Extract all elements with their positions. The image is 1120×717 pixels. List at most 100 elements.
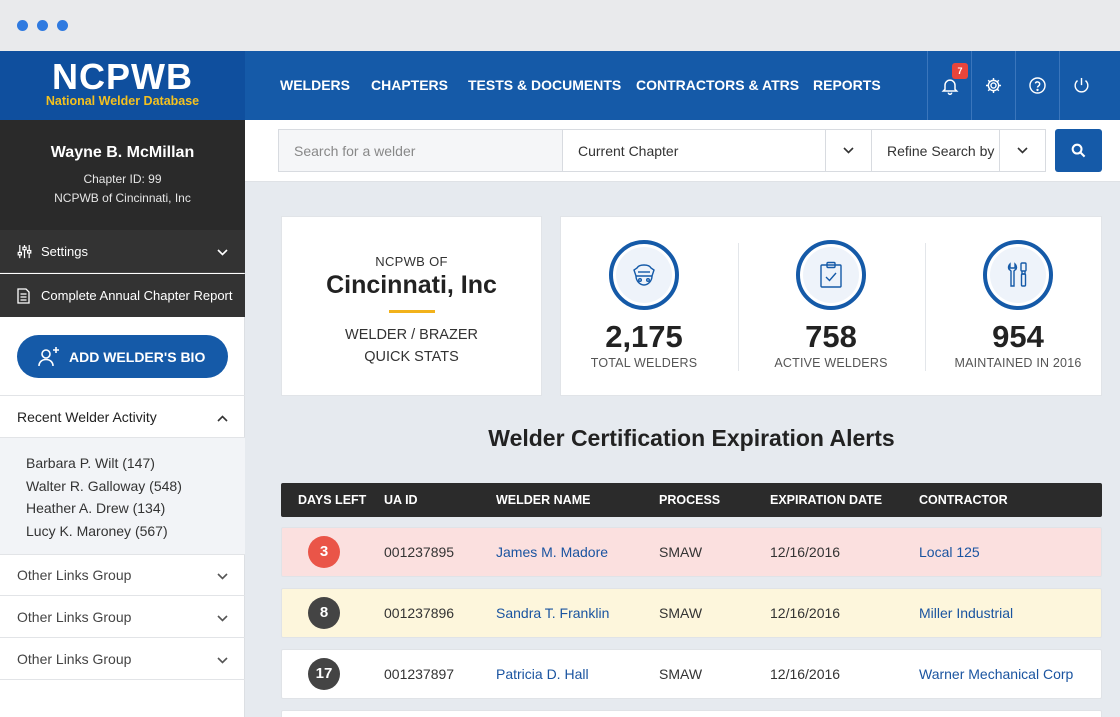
nav-welders[interactable]: WELDERS: [280, 51, 350, 120]
chapter-select-value: Current Chapter: [578, 142, 679, 159]
recent-activity-header[interactable]: Recent Welder Activity: [0, 395, 245, 438]
window-dot: [57, 20, 68, 31]
other-links-group[interactable]: Other Links Group: [0, 554, 245, 596]
recent-welder-item[interactable]: Barbara P. Wilt (147): [26, 452, 245, 475]
col-expiration-date[interactable]: EXPIRATION DATE: [770, 483, 882, 517]
cell-welder-name[interactable]: James M. Madore: [496, 528, 608, 576]
alerts-title: Welder Certification Expiration Alerts: [488, 425, 895, 451]
stat-maintained: 954 MAINTAINED IN 2016: [928, 217, 1108, 395]
nav-chapters[interactable]: CHAPTERS: [371, 51, 448, 120]
stat-divider: [738, 243, 739, 371]
user-name: Wayne B. McMillan: [50, 144, 195, 161]
cell-contractor[interactable]: Miller Industrial: [919, 589, 1013, 637]
other-links-group[interactable]: Other Links Group: [0, 596, 245, 638]
table-row-partial: [281, 710, 1102, 717]
tools-icon: [1007, 262, 1027, 287]
stat-value: 954: [992, 319, 1044, 354]
nav-contractors-atrs[interactable]: CONTRACTORS & ATRS: [636, 51, 799, 120]
accent-divider: [388, 310, 435, 313]
col-welder-name[interactable]: WELDER NAME: [496, 483, 590, 517]
annual-report-label: Complete Annual Chapter Report: [41, 288, 233, 303]
cell-expiration-date: 12/16/2016: [770, 544, 841, 560]
welder-mask-icon: [633, 264, 655, 286]
stat-active-welders: 758 ACTIVE WELDERS: [741, 217, 921, 395]
cell-welder-name[interactable]: Sandra T. Franklin: [496, 589, 609, 637]
nav-tests-documents[interactable]: TESTS & DOCUMENTS: [468, 51, 621, 120]
cell-expiration-date: 12/16/2016: [770, 666, 841, 682]
search-bar: Current Chapter Refine Search by: [245, 120, 1120, 182]
recent-activity-list: Barbara P. Wilt (147) Walter R. Galloway…: [0, 438, 245, 554]
stat-label: ACTIVE WELDERS: [774, 356, 888, 370]
chapter-select[interactable]: Current Chapter: [562, 130, 871, 171]
recent-welder-item[interactable]: Walter R. Galloway (548): [26, 475, 245, 498]
search-button[interactable]: [1055, 129, 1102, 172]
refine-select-value: Refine Search by: [887, 142, 995, 159]
stat-label: MAINTAINED IN 2016: [954, 356, 1082, 370]
search-input[interactable]: [279, 130, 562, 171]
power-icon: [1074, 77, 1089, 93]
user-profile: Wayne B. McMillan Chapter ID: 99 NCPWB o…: [0, 120, 245, 230]
recent-welder-item[interactable]: Lucy K. Maroney (567): [26, 520, 245, 543]
col-contractor[interactable]: CONTRACTOR: [919, 483, 1008, 517]
window-dot: [37, 20, 48, 31]
other-links-group[interactable]: Other Links Group: [0, 638, 245, 680]
chapter-summary-card: NCPWB OF Cincinnati, Inc WELDER / BRAZER…: [281, 216, 542, 396]
search-icon: [1071, 143, 1086, 158]
chevron-down-icon: [217, 609, 228, 625]
nav-reports[interactable]: REPORTS: [813, 51, 881, 120]
logo-subtitle: National Welder Database: [45, 94, 200, 108]
settings-menu[interactable]: Settings: [0, 230, 245, 273]
col-days-left[interactable]: DAYS LEFT: [298, 483, 366, 517]
chevron-down-icon: [217, 567, 228, 583]
top-nav: WELDERS CHAPTERS TESTS & DOCUMENTS CONTR…: [245, 51, 1120, 120]
search-group: Current Chapter Refine Search by: [278, 129, 1046, 172]
gear-icon: [985, 77, 1002, 94]
window-dot: [17, 20, 28, 31]
cell-ua-id: 001237896: [384, 605, 455, 621]
alerts-table-header: DAYS LEFT UA ID WELDER NAME PROCESS EXPI…: [281, 483, 1102, 517]
stat-circle: [796, 240, 866, 310]
col-ua-id[interactable]: UA ID: [384, 483, 418, 517]
logo[interactable]: NCPWB National Welder Database: [0, 51, 245, 120]
add-user-icon: [37, 346, 61, 368]
cell-expiration-date: 12/16/2016: [770, 605, 841, 621]
logo-text: NCPWB: [52, 56, 193, 97]
stat-label: TOTAL WELDERS: [590, 356, 698, 370]
cell-contractor[interactable]: Local 125: [919, 528, 980, 576]
chapter-org: NCPWB of Cincinnati, Inc: [54, 191, 191, 205]
cell-welder-name[interactable]: Patricia D. Hall: [496, 650, 589, 698]
cell-process: SMAW: [659, 605, 703, 621]
settings-button[interactable]: [971, 51, 1015, 120]
refine-select[interactable]: Refine Search by: [871, 130, 1045, 171]
other-links-label: Other Links Group: [17, 608, 132, 625]
recent-activity-title: Recent Welder Activity: [17, 408, 157, 425]
cell-ua-id: 001237897: [384, 666, 455, 682]
stat-circle: [609, 240, 679, 310]
add-welder-bio-button[interactable]: ADD WELDER'S BIO: [17, 335, 228, 378]
summary-line-1: WELDER / BRAZER: [345, 327, 478, 343]
chevron-down-icon: [217, 651, 228, 667]
cell-process: SMAW: [659, 544, 703, 560]
other-links-label: Other Links Group: [17, 567, 132, 583]
help-icon: [1029, 77, 1046, 94]
notifications-button[interactable]: 7: [927, 51, 971, 120]
cell-ua-id: 001237895: [384, 544, 455, 560]
table-row[interactable]: 3 001237895 James M. Madore SMAW 12/16/2…: [281, 527, 1102, 577]
table-row[interactable]: 8 001237896 Sandra T. Franklin SMAW 12/1…: [281, 588, 1102, 638]
table-row[interactable]: 17 001237897 Patricia D. Hall SMAW 12/16…: [281, 649, 1102, 699]
recent-welder-item[interactable]: Heather A. Drew (134): [26, 497, 245, 520]
stat-circle: [983, 240, 1053, 310]
quick-stats-card: 2,175 TOTAL WELDERS 758 ACTIVE WELDERS 9…: [560, 216, 1102, 396]
annual-report-link[interactable]: Complete Annual Chapter Report: [0, 274, 245, 317]
logout-button[interactable]: [1059, 51, 1103, 120]
clipboard-check-icon: [820, 261, 842, 288]
cell-process: SMAW: [659, 666, 703, 682]
chevron-down-icon: [999, 130, 1045, 171]
col-process[interactable]: PROCESS: [659, 483, 720, 517]
cell-contractor[interactable]: Warner Mechanical Corp: [919, 650, 1073, 698]
document-icon: [17, 287, 33, 304]
summary-line-2: QUICK STATS: [364, 349, 459, 365]
notification-badge: 7: [952, 63, 968, 79]
help-button[interactable]: [1015, 51, 1059, 120]
settings-label: Settings: [41, 243, 88, 259]
